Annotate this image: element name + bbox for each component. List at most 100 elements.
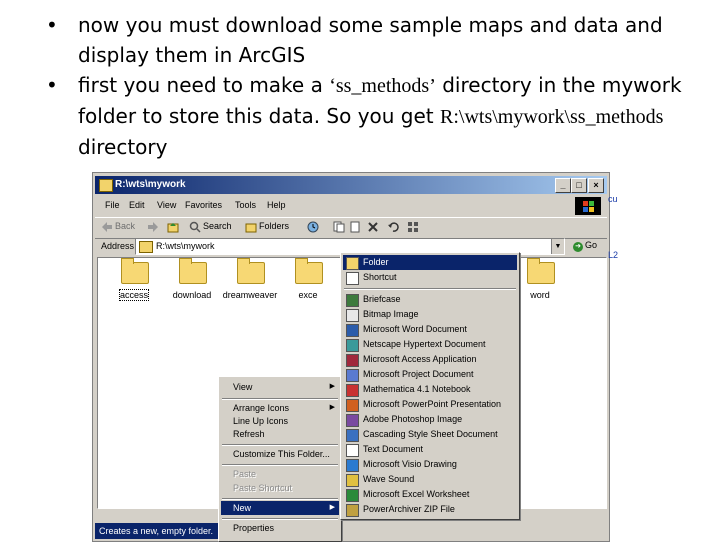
new-item-photoshop[interactable]: Adobe Photoshop Image	[343, 412, 517, 427]
forward-arrow-icon[interactable]	[147, 221, 159, 233]
folder-icon	[346, 257, 359, 270]
new-item-label: Netscape Hypertext Document	[363, 339, 486, 349]
folders-icon[interactable]	[245, 221, 257, 233]
context-item-new[interactable]: New ▶	[221, 501, 339, 515]
title-bar[interactable]: R:\wts\mywork _ □ ×	[95, 176, 607, 194]
copy-to-icon[interactable]	[349, 221, 361, 233]
history-icon[interactable]	[307, 221, 319, 233]
context-item-arrange-icons[interactable]: Arrange Icons ▶	[221, 401, 339, 415]
new-item-wave[interactable]: Wave Sound	[343, 472, 517, 487]
context-item-customize[interactable]: Customize This Folder...	[221, 447, 339, 461]
close-button[interactable]: ×	[588, 178, 604, 193]
folders-button[interactable]: Folders	[259, 221, 289, 231]
briefcase-icon	[346, 294, 359, 307]
search-button[interactable]: Search	[203, 221, 232, 231]
visio-icon	[346, 459, 359, 472]
back-arrow-icon[interactable]	[101, 221, 113, 233]
folder-icon	[237, 258, 265, 284]
mathematica-icon	[346, 384, 359, 397]
context-item-view[interactable]: View ▶	[221, 380, 339, 394]
new-item-label: Mathematica 4.1 Notebook	[363, 384, 471, 394]
context-menu: View ▶ Arrange Icons ▶ Line Up Icons Ref…	[218, 376, 342, 542]
new-item-label: Microsoft Excel Worksheet	[363, 489, 470, 499]
folder-icon	[527, 258, 555, 284]
new-item-project[interactable]: Microsoft Project Document	[343, 367, 517, 382]
move-to-icon[interactable]	[333, 221, 345, 233]
address-value: R:\wts\mywork	[156, 241, 215, 251]
bitmap-icon	[346, 309, 359, 322]
context-item-refresh[interactable]: Refresh	[221, 427, 339, 441]
new-item-netscape[interactable]: Netscape Hypertext Document	[343, 337, 517, 352]
back-button[interactable]: Back	[115, 221, 135, 231]
new-item-access[interactable]: Microsoft Access Application	[343, 352, 517, 367]
new-item-powerpoint[interactable]: Microsoft PowerPoint Presentation	[343, 397, 517, 412]
search-icon[interactable]	[189, 221, 201, 233]
folder-label: access	[118, 289, 150, 301]
folder-label: download	[172, 290, 212, 300]
submenu-arrow-icon: ▶	[329, 404, 335, 411]
bullet-1: • now you must download some sample maps…	[46, 10, 706, 70]
undo-icon[interactable]	[387, 221, 399, 233]
new-item-excel[interactable]: Microsoft Excel Worksheet	[343, 487, 517, 502]
menu-help[interactable]: Help	[267, 200, 286, 210]
context-item-label: Paste Shortcut	[233, 483, 293, 493]
new-item-mathematica[interactable]: Mathematica 4.1 Notebook	[343, 382, 517, 397]
slide-text: • now you must download some sample maps…	[46, 10, 706, 162]
windows-logo-icon	[575, 197, 601, 215]
menu-edit[interactable]: Edit	[129, 200, 145, 210]
views-icon[interactable]	[407, 221, 419, 233]
new-item-text[interactable]: Text Document	[343, 442, 517, 457]
folder-item[interactable]: dreamweaver	[220, 258, 280, 304]
new-item-label: Microsoft Word Document	[363, 324, 467, 334]
menu-separator	[222, 498, 338, 500]
menu-separator	[222, 398, 338, 400]
menu-view[interactable]: View	[157, 200, 176, 210]
up-folder-icon[interactable]	[167, 221, 179, 233]
submenu-arrow-icon: ▶	[329, 504, 335, 511]
go-button[interactable]: ➜ Go	[573, 240, 597, 252]
address-label: Address	[101, 241, 135, 251]
context-item-properties[interactable]: Properties	[221, 521, 339, 535]
context-item-line-up-icons[interactable]: Line Up Icons	[221, 414, 339, 428]
access-icon	[346, 354, 359, 367]
excel-icon	[346, 489, 359, 502]
new-item-label: Folder	[363, 257, 389, 267]
project-icon	[346, 369, 359, 382]
bullet-2-text-a: first you need to make a	[78, 73, 330, 97]
new-item-briefcase[interactable]: Briefcase	[343, 292, 517, 307]
new-item-bitmap[interactable]: Bitmap Image	[343, 307, 517, 322]
sound-icon	[346, 474, 359, 487]
new-item-css[interactable]: Cascading Style Sheet Document	[343, 427, 517, 442]
new-item-visio[interactable]: Microsoft Visio Drawing	[343, 457, 517, 472]
new-item-folder[interactable]: Folder	[343, 255, 517, 270]
folder-icon	[99, 179, 113, 192]
new-item-label: Cascading Style Sheet Document	[363, 429, 498, 439]
folder-item[interactable]: exce	[278, 258, 338, 304]
new-item-word[interactable]: Microsoft Word Document	[343, 322, 517, 337]
chevron-down-icon[interactable]: ▼	[551, 239, 564, 254]
new-item-label: Microsoft Visio Drawing	[363, 459, 457, 469]
edge-fragment-mid: L2	[608, 250, 619, 260]
folder-icon	[295, 258, 323, 284]
context-item-label: Customize This Folder...	[233, 449, 330, 459]
menu-tools[interactable]: Tools	[235, 200, 256, 210]
menu-favorites[interactable]: Favorites	[185, 200, 222, 210]
context-item-label: Arrange Icons	[233, 403, 290, 413]
new-item-zip[interactable]: PowerArchiver ZIP File	[343, 502, 517, 517]
folder-item[interactable]: download	[162, 258, 222, 304]
bullet-2-text-c: directory	[78, 135, 168, 159]
minimize-button[interactable]: _	[555, 178, 571, 193]
bullet-1-text: now you must download some sample maps a…	[78, 13, 663, 67]
new-item-label: Microsoft Project Document	[363, 369, 474, 379]
context-item-label: Properties	[233, 523, 275, 533]
context-item-paste-shortcut: Paste Shortcut	[221, 481, 339, 495]
bullet-2: • first you need to make a ‘ss_methods’ …	[46, 70, 706, 162]
new-item-shortcut[interactable]: Shortcut	[343, 270, 517, 285]
folder-item[interactable]: access	[104, 258, 164, 304]
maximize-button[interactable]: □	[571, 178, 587, 193]
delete-icon[interactable]	[367, 221, 379, 233]
menu-file[interactable]: File	[105, 200, 120, 210]
context-item-label: New	[233, 503, 252, 513]
new-item-label: Adobe Photoshop Image	[363, 414, 463, 424]
new-item-label: Text Document	[363, 444, 424, 454]
